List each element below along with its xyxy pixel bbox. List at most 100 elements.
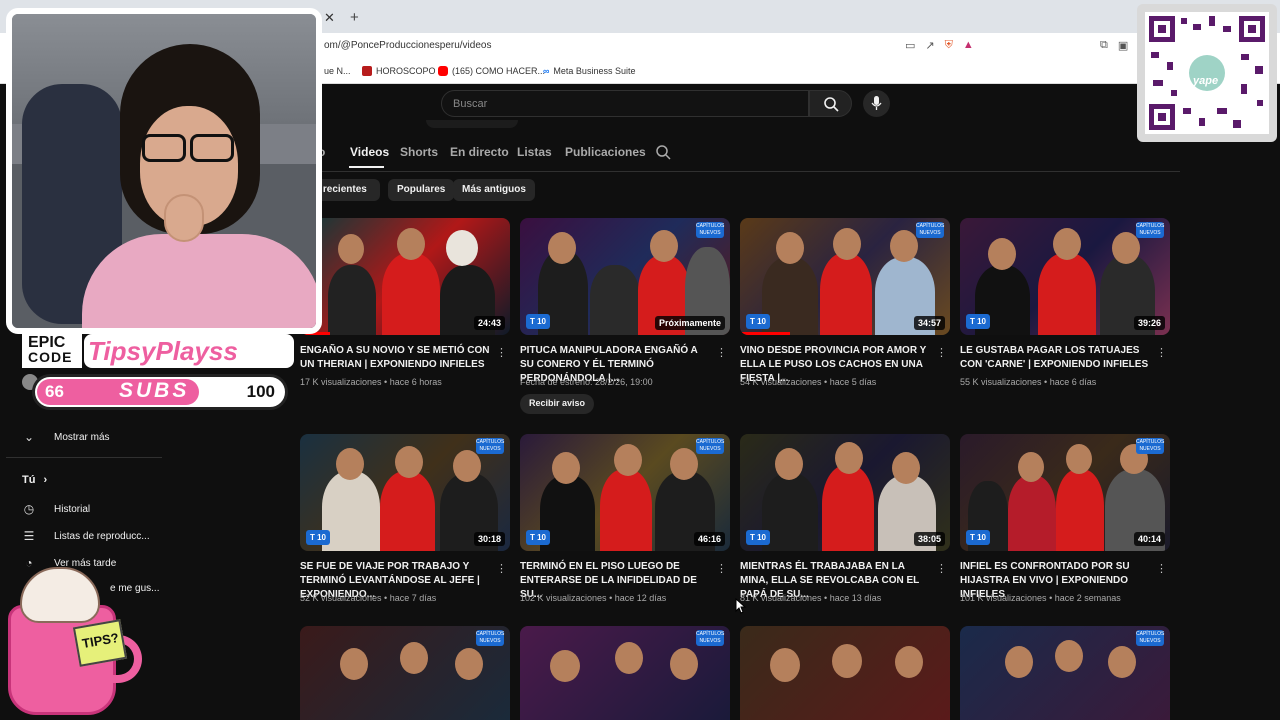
video-title[interactable]: LE GUSTABA PAGAR LOS TATUAJES CON 'CARNE…	[960, 344, 1150, 372]
thumb-face	[615, 642, 643, 674]
share-icon[interactable]: ↗	[925, 39, 934, 52]
duration-badge: 38:05	[913, 532, 945, 546]
chip-popular[interactable]: Populares	[388, 179, 455, 201]
more-options-icon[interactable]: ⋮	[716, 562, 727, 575]
tab-shorts[interactable]: Shorts	[400, 145, 438, 159]
tabs-divider	[300, 171, 1180, 172]
url-text[interactable]: om/@PonceProduccionesperu/videos	[324, 40, 491, 51]
thumb-face	[552, 452, 580, 484]
playlist-icon: ☰	[23, 529, 35, 543]
bookmark-youtube[interactable]: (165) COMO HACER...	[438, 66, 545, 76]
rewards-icon[interactable]: ▲	[963, 39, 974, 52]
bookmark-horoscopo[interactable]: HOROSCOPO	[362, 66, 436, 76]
video-thumbnail[interactable]: 24:43	[300, 218, 510, 335]
thumb-face	[1053, 228, 1081, 260]
thumb-face	[614, 444, 642, 476]
show-more-button[interactable]: ⌄ Mostrar más	[22, 430, 110, 444]
more-options-icon[interactable]: ⋮	[716, 346, 727, 359]
capitulos-badge: CAPÍTULOS NUEVOS	[1136, 630, 1165, 646]
t10-logo: T 10	[746, 314, 770, 329]
glasses-icon	[190, 134, 234, 162]
sidepanel-icon[interactable]: ▣	[1118, 39, 1128, 52]
search-input[interactable]: Buscar	[441, 90, 809, 117]
thumb-face	[338, 234, 364, 264]
streamer-hand	[164, 194, 204, 242]
tab-playlists[interactable]: Listas	[517, 145, 552, 159]
video-thumbnail[interactable]: T 10 CAPÍTULOS NUEVOS 39:26	[960, 218, 1170, 335]
capitulos-badge: CAPÍTULOS NUEVOS	[1136, 438, 1165, 454]
close-tab-icon[interactable]: ✕	[324, 10, 335, 26]
more-options-icon[interactable]: ⋮	[1156, 346, 1167, 359]
subs-goal-bar: 66 SUBS 100	[32, 374, 288, 410]
new-tab-icon[interactable]: +	[350, 9, 359, 26]
more-options-icon[interactable]: ⋮	[496, 562, 507, 575]
video-thumbnail[interactable]: T 10 CAPÍTULOS NUEVOS Próximamente	[520, 218, 730, 335]
you-section-header[interactable]: Tú ›	[22, 474, 47, 486]
thumb-face	[775, 448, 803, 480]
thumb-person	[1038, 253, 1096, 335]
more-options-icon[interactable]: ⋮	[1156, 562, 1167, 575]
video-thumbnail[interactable]: CAPÍTULOS NUEVOS	[960, 626, 1170, 720]
video-thumbnail[interactable]: T 10 CAPÍTULOS NUEVOS 34:57	[740, 218, 950, 335]
thumb-face	[453, 450, 481, 482]
t10-logo: T 10	[746, 530, 770, 545]
thumb-face	[1005, 646, 1033, 678]
sidebar-item-playlists[interactable]: ☰ Listas de reproducc...	[22, 529, 150, 543]
extensions-icon[interactable]: ⧉	[1100, 39, 1108, 52]
more-options-icon[interactable]: ⋮	[936, 346, 947, 359]
thumb-person	[762, 257, 818, 335]
more-options-icon[interactable]: ⋮	[936, 562, 947, 575]
thumb-face	[395, 446, 423, 478]
thumb-face	[455, 648, 483, 680]
streamer-name: TipsyPlayss	[88, 336, 238, 366]
thumb-person	[382, 253, 440, 335]
video-meta: 81 K visualizaciones • hace 13 días	[740, 593, 882, 603]
more-options-icon[interactable]: ⋮	[496, 346, 507, 359]
thumb-person	[1056, 469, 1104, 551]
youtube-icon	[438, 66, 448, 76]
thumb-person	[822, 465, 874, 551]
mouse-cursor-icon	[735, 598, 747, 614]
video-title[interactable]: ENGAÑO A SU NOVIO Y SE METIÓ CON UN THER…	[300, 344, 490, 372]
thumb-person	[1008, 475, 1056, 551]
tab-posts[interactable]: Publicaciones	[565, 145, 646, 159]
thumb-face	[336, 448, 364, 480]
video-thumbnail[interactable]	[740, 626, 950, 720]
thumb-face	[340, 648, 368, 680]
sidebar-divider	[6, 457, 162, 458]
brave-shield-icon[interactable]: ⛨	[945, 39, 953, 52]
mic-icon	[871, 96, 882, 110]
bookmark-meta[interactable]: ∞ Meta Business Suite	[543, 66, 635, 76]
cast-icon[interactable]: ▭	[905, 39, 915, 52]
chip-oldest[interactable]: Más antiguos	[453, 179, 535, 201]
thumb-face	[550, 650, 580, 682]
thumb-face	[835, 442, 863, 474]
t10-logo: T 10	[966, 314, 990, 329]
video-thumbnail[interactable]: T 10 38:05	[740, 434, 950, 551]
cat-mug-overlay: TIPS?	[0, 565, 145, 720]
search-button[interactable]	[809, 90, 852, 117]
video-thumbnail[interactable]: T 10 CAPÍTULOS NUEVOS 40:14	[960, 434, 1170, 551]
t10-logo: T 10	[306, 530, 330, 545]
thumb-face	[1055, 640, 1083, 672]
tab-videos[interactable]: Videos	[350, 145, 389, 159]
video-thumbnail[interactable]: CAPÍTULOS NUEVOS	[300, 626, 510, 720]
video-thumbnail[interactable]: T 10 CAPÍTULOS NUEVOS 46:16	[520, 434, 730, 551]
thumb-face	[890, 230, 918, 262]
bookmark-1[interactable]: ue N...	[324, 66, 351, 76]
notify-button[interactable]: Recibir aviso	[520, 394, 595, 414]
sidebar-item-history[interactable]: ◷ Historial	[22, 502, 90, 516]
thumb-person	[380, 471, 435, 551]
subs-current: 66	[45, 382, 64, 401]
subs-label: SUBS	[119, 379, 190, 402]
thumb-person	[600, 469, 652, 551]
video-meta: 55 K visualizaciones • hace 6 días	[960, 377, 1097, 387]
voice-search-button[interactable]	[863, 90, 890, 117]
video-meta: 102 K visualizaciones • hace 12 días	[520, 593, 667, 603]
thumb-face	[1108, 646, 1136, 678]
video-thumbnail[interactable]: T 10 CAPÍTULOS NUEVOS 30:18	[300, 434, 510, 551]
thumb-mask	[446, 230, 478, 266]
channel-search-icon[interactable]	[655, 144, 671, 160]
tab-live[interactable]: En directo	[450, 145, 509, 159]
video-thumbnail[interactable]: CAPÍTULOS NUEVOS	[520, 626, 730, 720]
